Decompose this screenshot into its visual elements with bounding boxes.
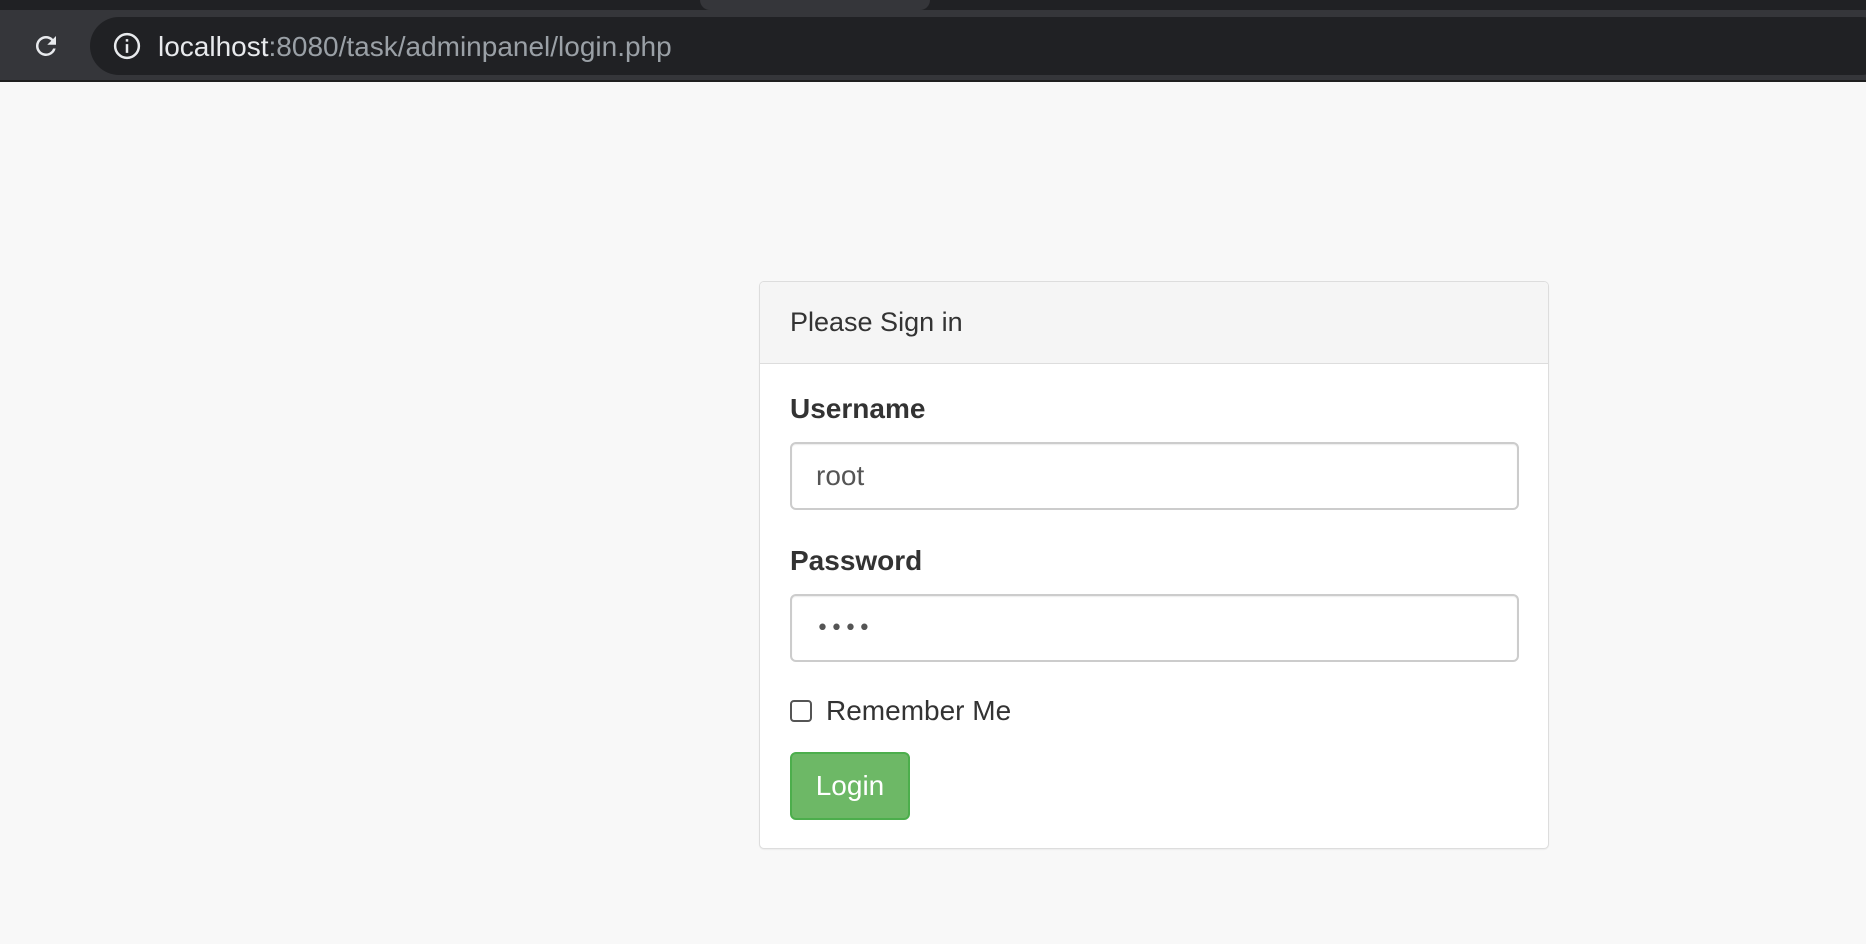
- active-tab-edge: [700, 0, 930, 10]
- password-group: Password: [790, 544, 1519, 662]
- login-form: Username Password Remember Me Login: [760, 364, 1548, 820]
- panel-heading: Please Sign in: [760, 282, 1548, 364]
- remember-me-checkbox[interactable]: [790, 700, 812, 722]
- toolbar-divider: [0, 80, 1866, 82]
- panel-title: Please Sign in: [790, 307, 963, 337]
- password-label: Password: [790, 545, 923, 576]
- password-input[interactable]: [790, 594, 1519, 662]
- username-label: Username: [790, 393, 926, 424]
- browser-chrome: localhost:8080/task/adminpanel/login.php: [0, 0, 1866, 82]
- login-button[interactable]: Login: [790, 752, 910, 820]
- username-group: Username: [790, 392, 1519, 510]
- browser-toolbar: localhost:8080/task/adminpanel/login.php: [0, 10, 1866, 80]
- username-input[interactable]: [790, 442, 1519, 510]
- remember-me-row[interactable]: Remember Me: [790, 694, 1518, 728]
- login-panel: Please Sign in Username Password Remembe…: [759, 281, 1549, 849]
- address-bar[interactable]: localhost:8080/task/adminpanel/login.php: [90, 17, 1866, 75]
- info-icon[interactable]: [112, 31, 142, 61]
- tab-strip: [0, 0, 1866, 10]
- url-text[interactable]: localhost:8080/task/adminpanel/login.php: [158, 32, 672, 62]
- url-host: localhost: [158, 31, 269, 62]
- url-path: :8080/task/adminpanel/login.php: [268, 31, 672, 62]
- reload-button[interactable]: [24, 24, 68, 68]
- remember-me-label[interactable]: Remember Me: [826, 695, 1011, 727]
- reload-icon: [35, 35, 56, 56]
